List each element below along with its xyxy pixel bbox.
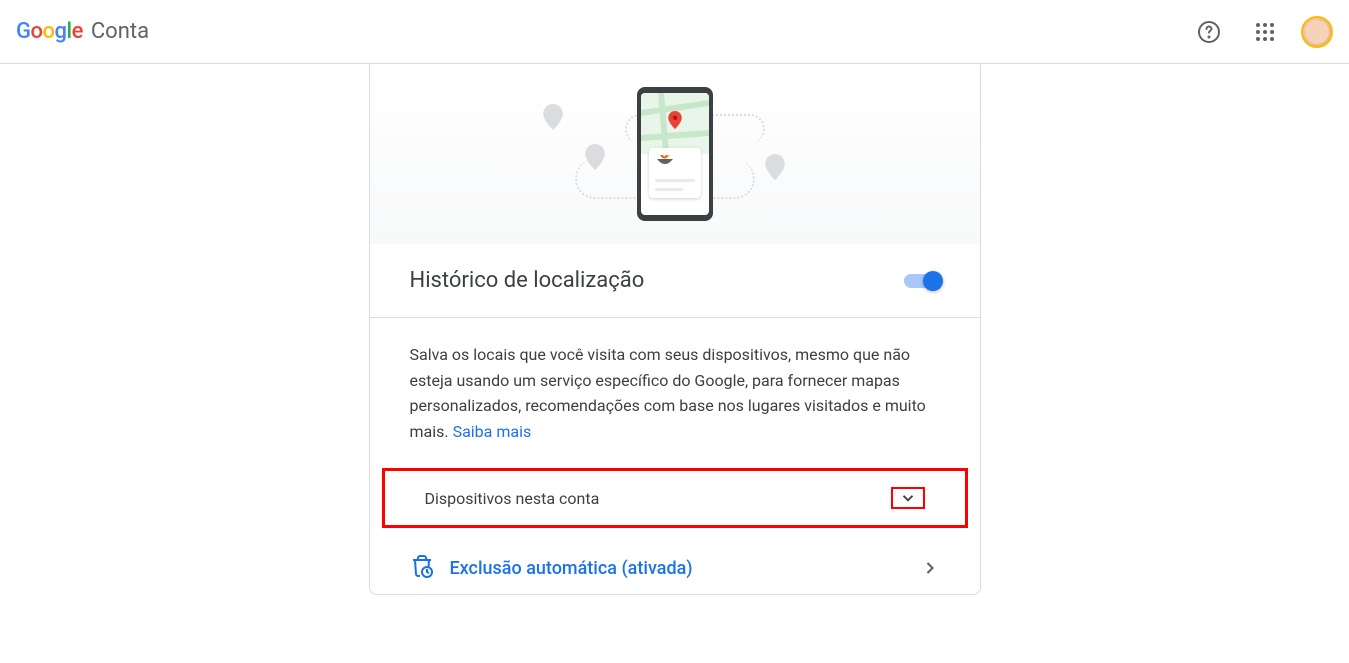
header-brand[interactable]: Google Conta <box>16 19 149 44</box>
help-button[interactable] <box>1189 12 1229 52</box>
phone-illustration <box>637 87 713 221</box>
auto-delete-row[interactable]: Exclusão automática (ativada) <box>370 536 980 594</box>
location-pin-icon <box>668 111 682 133</box>
map-pin-icon <box>585 144 605 170</box>
learn-more-link[interactable]: Saiba mais <box>453 422 532 441</box>
header: Google Conta <box>0 0 1349 64</box>
location-history-toggle[interactable] <box>904 274 940 288</box>
account-label: Conta <box>91 19 149 44</box>
devices-on-account-row[interactable]: Dispositivos nesta conta <box>382 468 968 528</box>
apps-button[interactable] <box>1245 12 1285 52</box>
avatar-face <box>1305 20 1329 44</box>
apps-icon <box>1256 23 1274 41</box>
location-history-section: Histórico de localização <box>370 244 980 318</box>
settings-card: Histórico de localização Salva os locais… <box>369 64 981 595</box>
auto-delete-icon <box>410 554 434 582</box>
description-text: Salva os locais que você visita com seus… <box>370 318 980 464</box>
map-pin-icon <box>543 104 563 130</box>
chevron-right-icon <box>920 558 940 578</box>
chevron-down-icon <box>899 489 917 507</box>
header-actions <box>1189 12 1333 52</box>
expand-highlight <box>891 487 925 509</box>
devices-title: Dispositivos nesta conta <box>425 489 600 508</box>
map-pin-icon <box>765 154 785 180</box>
main: Histórico de localização Salva os locais… <box>0 64 1349 595</box>
auto-delete-label: Exclusão automática (ativada) <box>450 558 693 579</box>
hero-illustration <box>370 64 980 244</box>
help-icon <box>1197 20 1221 44</box>
avatar[interactable] <box>1301 16 1333 48</box>
toggle-knob <box>923 271 943 291</box>
google-logo: Google <box>16 19 83 44</box>
location-history-title: Histórico de localização <box>410 268 645 293</box>
